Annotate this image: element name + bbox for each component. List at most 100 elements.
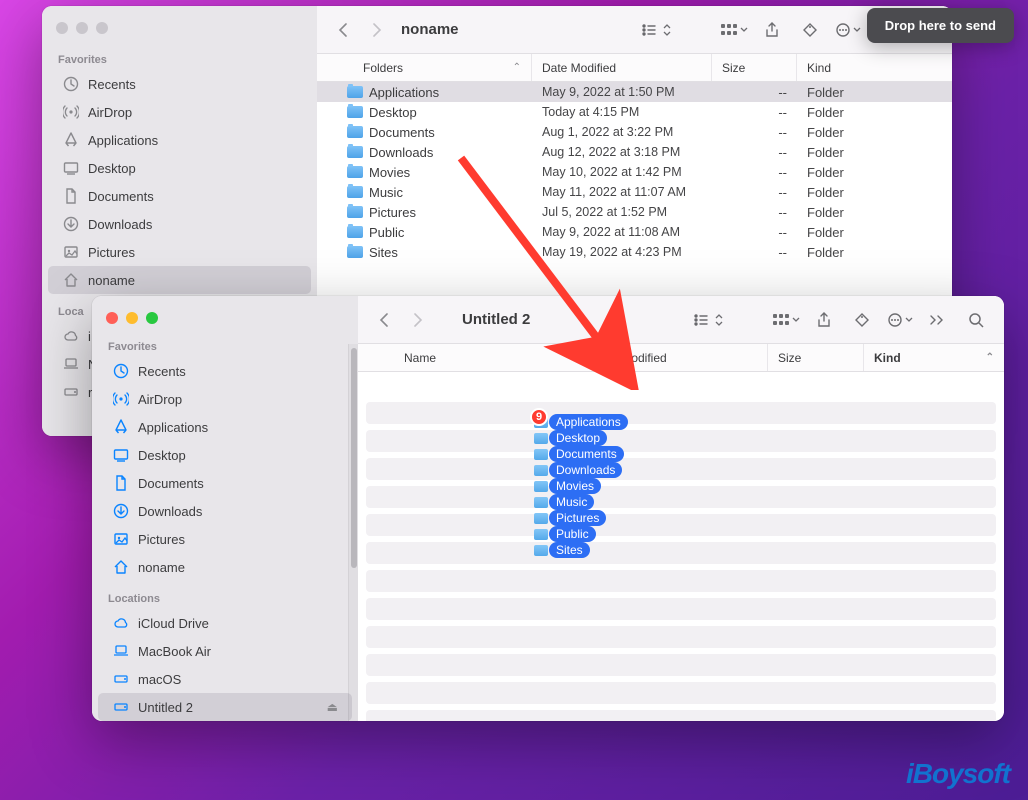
forward-button[interactable]: [363, 17, 391, 43]
sidebar-item-downloads[interactable]: Downloads: [98, 497, 352, 525]
drag-item: Sites: [534, 542, 628, 558]
sidebar-item-desktop[interactable]: Desktop: [98, 441, 352, 469]
traffic-lights[interactable]: [42, 14, 317, 42]
back-button[interactable]: [370, 307, 398, 333]
sidebar-item-recents[interactable]: Recents: [48, 70, 311, 98]
view-list-button[interactable]: [692, 307, 724, 333]
file-row[interactable]: DocumentsAug 1, 2022 at 3:22 PM--Folder: [317, 122, 952, 142]
file-row[interactable]: PicturesJul 5, 2022 at 1:52 PM--Folder: [317, 202, 952, 222]
drag-item: Movies: [534, 478, 628, 494]
file-size: --: [712, 105, 797, 120]
overflow-button[interactable]: [922, 307, 954, 333]
sort-ascending-icon: ⌃: [986, 352, 994, 363]
folder-icon: [347, 206, 363, 218]
file-row[interactable]: SitesMay 19, 2022 at 4:23 PM--Folder: [317, 242, 952, 262]
tags-button[interactable]: [846, 307, 878, 333]
file-size: --: [712, 85, 797, 100]
empty-row: [366, 542, 996, 564]
column-size[interactable]: Size: [712, 54, 797, 81]
zoom-button[interactable]: [146, 312, 158, 324]
zoom-button[interactable]: [96, 22, 108, 34]
minimize-button[interactable]: [126, 312, 138, 324]
search-button[interactable]: [960, 307, 992, 333]
sidebar-item-noname[interactable]: noname: [48, 266, 311, 294]
download-icon: [62, 215, 80, 233]
file-name: Applications: [369, 85, 439, 100]
sidebar-item-noname[interactable]: noname: [98, 553, 352, 581]
minimize-button[interactable]: [76, 22, 88, 34]
sidebar-item-downloads[interactable]: Downloads: [48, 210, 311, 238]
column-kind[interactable]: Kind: [797, 54, 952, 81]
group-button[interactable]: [770, 307, 802, 333]
file-size: --: [712, 205, 797, 220]
traffic-lights[interactable]: [92, 304, 358, 329]
tags-button[interactable]: [794, 17, 826, 43]
cloud-icon: [62, 327, 80, 345]
sidebar-item-mac[interactable]: MacBook Air: [98, 637, 352, 665]
sidebar-item-airdrop[interactable]: AirDrop: [98, 385, 352, 413]
drop-area[interactable]: [358, 372, 1004, 721]
column-kind[interactable]: Kind⌃: [864, 344, 1004, 371]
sidebar-item-icloud[interactable]: iCloud Drive: [98, 609, 352, 637]
file-kind: Folder: [797, 245, 952, 260]
view-list-button[interactable]: [640, 17, 672, 43]
sidebar-item-airdrop[interactable]: AirDrop: [48, 98, 311, 126]
sidebar-item-applications[interactable]: Applications: [48, 126, 311, 154]
file-size: --: [712, 165, 797, 180]
cloud-icon: [112, 614, 130, 632]
drag-item-label: Music: [549, 494, 594, 510]
column-headers[interactable]: Name te Modified Size Kind⌃: [358, 344, 1004, 372]
column-folders[interactable]: Folders⌃: [317, 54, 532, 81]
action-button[interactable]: [884, 307, 916, 333]
forward-button[interactable]: [404, 307, 432, 333]
folder-icon: [347, 146, 363, 158]
back-button[interactable]: [329, 17, 357, 43]
column-size[interactable]: Size: [768, 344, 864, 371]
share-button[interactable]: [756, 17, 788, 43]
sidebar-item-desktop[interactable]: Desktop: [48, 154, 311, 182]
folder-icon: [534, 497, 548, 508]
file-kind: Folder: [797, 125, 952, 140]
column-headers[interactable]: Folders⌃ Date Modified Size Kind: [317, 54, 952, 82]
drag-item-label: Downloads: [549, 462, 622, 478]
sidebar-item-untitled2[interactable]: Untitled 2 ⏏: [98, 693, 352, 721]
close-button[interactable]: [56, 22, 68, 34]
sidebar-item-pictures[interactable]: Pictures: [98, 525, 352, 553]
picture-icon: [112, 530, 130, 548]
window-title: noname: [401, 21, 459, 38]
file-date: May 9, 2022 at 1:50 PM: [532, 85, 712, 99]
file-row[interactable]: MoviesMay 10, 2022 at 1:42 PM--Folder: [317, 162, 952, 182]
close-button[interactable]: [106, 312, 118, 324]
file-kind: Folder: [797, 225, 952, 240]
file-row[interactable]: MusicMay 11, 2022 at 11:07 AM--Folder: [317, 182, 952, 202]
group-button[interactable]: [718, 17, 750, 43]
share-button[interactable]: [808, 307, 840, 333]
folder-icon: [347, 106, 363, 118]
sidebar-item-label: Untitled 2: [138, 700, 193, 715]
folder-icon: [347, 186, 363, 198]
column-name[interactable]: Name: [358, 344, 598, 371]
empty-row: [366, 598, 996, 620]
toolbar: Untitled 2: [358, 296, 1004, 344]
file-size: --: [712, 245, 797, 260]
file-row[interactable]: DownloadsAug 12, 2022 at 3:18 PM--Folder: [317, 142, 952, 162]
sidebar-item-documents[interactable]: Documents: [98, 469, 352, 497]
sidebar-item-label: AirDrop: [88, 105, 132, 120]
sidebar-item-macos[interactable]: macOS: [98, 665, 352, 693]
file-row[interactable]: DesktopToday at 4:15 PM--Folder: [317, 102, 952, 122]
action-button[interactable]: [832, 17, 864, 43]
column-date[interactable]: Date Modified: [532, 54, 712, 81]
drag-item: Desktop: [534, 430, 628, 446]
sidebar-item-applications[interactable]: Applications: [98, 413, 352, 441]
sidebar-item-pictures[interactable]: Pictures: [48, 238, 311, 266]
file-row[interactable]: ApplicationsMay 9, 2022 at 1:50 PM--Fold…: [317, 82, 952, 102]
file-date: May 10, 2022 at 1:42 PM: [532, 165, 712, 179]
file-name: Desktop: [369, 105, 417, 120]
column-date[interactable]: te Modified: [598, 344, 768, 371]
empty-row: [366, 626, 996, 648]
file-row[interactable]: PublicMay 9, 2022 at 11:08 AM--Folder: [317, 222, 952, 242]
sidebar-item-recents[interactable]: Recents: [98, 357, 352, 385]
eject-icon[interactable]: ⏏: [327, 700, 338, 714]
drag-item-label: Pictures: [549, 510, 606, 526]
sidebar-item-documents[interactable]: Documents: [48, 182, 311, 210]
